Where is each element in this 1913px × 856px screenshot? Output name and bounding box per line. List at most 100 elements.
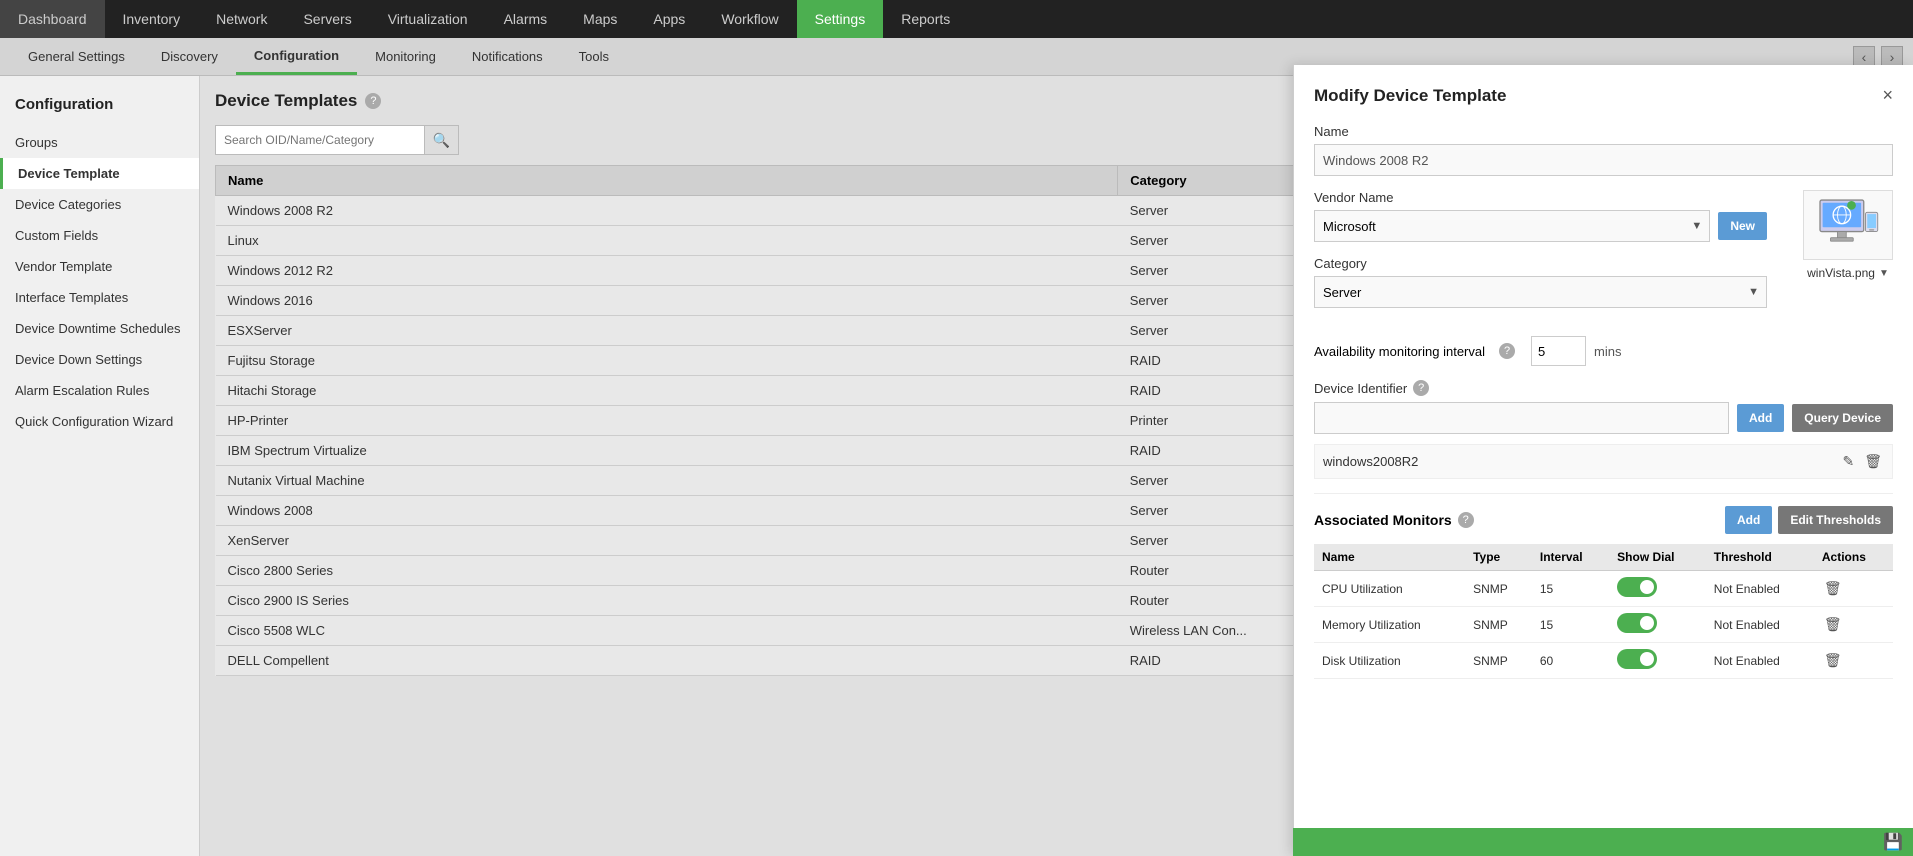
category-field-row: Category Server ▼	[1314, 256, 1767, 308]
sidebar-item-device-down[interactable]: Device Down Settings	[0, 344, 199, 375]
device-identifier-input-row: Add Query Device	[1314, 402, 1893, 434]
sidebar-item-quick-config[interactable]: Quick Configuration Wizard	[0, 406, 199, 437]
table-cell-name: Hitachi Storage	[216, 376, 1118, 406]
table-cell-name: Windows 2016	[216, 286, 1118, 316]
sidebar: Configuration Groups Device Template Dev…	[0, 76, 200, 856]
nav-reports[interactable]: Reports	[883, 0, 968, 38]
vendor-row: Microsoft ▼ New	[1314, 210, 1767, 242]
device-identifier-edit-button[interactable]: ✎	[1840, 451, 1856, 472]
vendor-new-button[interactable]: New	[1718, 212, 1767, 240]
modify-device-template-modal: Modify Device Template × Name Vendor Nam…	[1293, 65, 1913, 856]
associated-monitors-header: Associated Monitors ? Add Edit Threshold…	[1314, 506, 1893, 534]
sidebar-item-interface-templates[interactable]: Interface Templates	[0, 282, 199, 313]
search-button[interactable]: 🔍	[425, 125, 459, 155]
monitor-showdial	[1609, 607, 1706, 643]
modal-close-button[interactable]: ×	[1882, 85, 1893, 106]
nav-servers[interactable]: Servers	[285, 0, 369, 38]
monitor-interval: 15	[1532, 607, 1609, 643]
sidebar-item-groups[interactable]: Groups	[0, 127, 199, 158]
monitor-interval: 60	[1532, 643, 1609, 679]
nav-apps[interactable]: Apps	[635, 0, 703, 38]
monitors-col-showdial: Show Dial	[1609, 544, 1706, 571]
subnav-monitoring[interactable]: Monitoring	[357, 38, 454, 75]
table-cell-name: IBM Spectrum Virtualize	[216, 436, 1118, 466]
device-identifier-item: windows2008R2 ✎ 🗑	[1314, 444, 1893, 479]
availability-help-icon[interactable]: ?	[1499, 343, 1515, 359]
page-title: Device Templates	[215, 91, 357, 111]
monitor-delete-button[interactable]: 🗑	[1822, 578, 1844, 599]
sidebar-item-custom-fields[interactable]: Custom Fields	[0, 220, 199, 251]
table-cell-name: Linux	[216, 226, 1118, 256]
monitor-type: SNMP	[1465, 607, 1532, 643]
modal-header: Modify Device Template ×	[1314, 85, 1893, 106]
category-select[interactable]: Server	[1314, 276, 1767, 308]
subnav-configuration[interactable]: Configuration	[236, 38, 357, 75]
sidebar-item-device-downtime[interactable]: Device Downtime Schedules	[0, 313, 199, 344]
nav-inventory[interactable]: Inventory	[105, 0, 199, 38]
monitor-toggle[interactable]	[1617, 613, 1657, 633]
monitor-type: SNMP	[1465, 643, 1532, 679]
monitor-name: CPU Utilization	[1314, 571, 1465, 607]
device-identifier-input[interactable]	[1314, 402, 1729, 434]
availability-interval-input[interactable]	[1531, 336, 1586, 366]
monitors-col-name: Name	[1314, 544, 1465, 571]
device-identifier-label: Device Identifier	[1314, 381, 1407, 396]
monitor-toggle[interactable]	[1617, 649, 1657, 669]
monitor-showdial	[1609, 643, 1706, 679]
associated-monitors-add-button[interactable]: Add	[1725, 506, 1772, 534]
monitor-threshold: Not Enabled	[1706, 607, 1814, 643]
category-label: Category	[1314, 256, 1767, 271]
nav-dashboard[interactable]: Dashboard	[0, 0, 105, 38]
table-cell-name: Fujitsu Storage	[216, 346, 1118, 376]
table-cell-name: Cisco 5508 WLC	[216, 616, 1118, 646]
nav-workflow[interactable]: Workflow	[703, 0, 796, 38]
table-cell-name: DELL Compellent	[216, 646, 1118, 676]
bottom-bar: 💾	[1293, 828, 1913, 856]
monitor-actions: 🗑	[1814, 571, 1893, 607]
nav-settings[interactable]: Settings	[797, 0, 884, 38]
device-identifier-help-icon[interactable]: ?	[1413, 380, 1429, 396]
vendor-name-select[interactable]: Microsoft	[1314, 210, 1710, 242]
nav-alarms[interactable]: Alarms	[486, 0, 566, 38]
nav-maps[interactable]: Maps	[565, 0, 635, 38]
image-dropdown-arrow-icon[interactable]: ▼	[1879, 268, 1889, 279]
sidebar-item-alarm-escalation[interactable]: Alarm Escalation Rules	[0, 375, 199, 406]
sidebar-item-device-categories[interactable]: Device Categories	[0, 189, 199, 220]
edit-thresholds-button[interactable]: Edit Thresholds	[1778, 506, 1893, 534]
search-input[interactable]	[215, 125, 425, 155]
image-preview-area: winVista.png ▼	[1803, 190, 1893, 280]
nav-network[interactable]: Network	[198, 0, 285, 38]
table-cell-name: HP-Printer	[216, 406, 1118, 436]
subnav-tools[interactable]: Tools	[561, 38, 627, 75]
sidebar-item-device-template[interactable]: Device Template	[0, 158, 199, 189]
subnav-discovery[interactable]: Discovery	[143, 38, 236, 75]
subnav-notifications[interactable]: Notifications	[454, 38, 561, 75]
nav-virtualization[interactable]: Virtualization	[370, 0, 486, 38]
image-name-text: winVista.png	[1807, 266, 1875, 280]
name-label: Name	[1314, 124, 1893, 139]
monitor-name: Disk Utilization	[1314, 643, 1465, 679]
bottom-bar-save-icon[interactable]: 💾	[1883, 832, 1903, 852]
table-cell-name: Windows 2008	[216, 496, 1118, 526]
query-device-button[interactable]: Query Device	[1792, 404, 1893, 432]
monitor-name: Memory Utilization	[1314, 607, 1465, 643]
table-cell-name: Windows 2012 R2	[216, 256, 1118, 286]
table-cell-name: Nutanix Virtual Machine	[216, 466, 1118, 496]
device-identifier-delete-button[interactable]: 🗑	[1862, 451, 1884, 472]
name-input[interactable]	[1314, 144, 1893, 176]
table-cell-name: Cisco 2900 IS Series	[216, 586, 1118, 616]
vendor-name-field-row: Vendor Name Microsoft ▼ New	[1314, 190, 1767, 242]
monitor-threshold: Not Enabled	[1706, 643, 1814, 679]
monitor-toggle[interactable]	[1617, 577, 1657, 597]
title-help-icon[interactable]: ?	[365, 93, 381, 109]
monitors-table: Name Type Interval Show Dial Threshold A…	[1314, 544, 1893, 679]
device-identifier-actions: ✎ 🗑	[1840, 451, 1884, 472]
monitor-delete-button[interactable]: 🗑	[1822, 614, 1844, 635]
monitor-delete-button[interactable]: 🗑	[1822, 650, 1844, 671]
sidebar-item-vendor-template[interactable]: Vendor Template	[0, 251, 199, 282]
monitor-actions: 🗑	[1814, 607, 1893, 643]
subnav-general-settings[interactable]: General Settings	[10, 38, 143, 75]
monitors-col-type: Type	[1465, 544, 1532, 571]
associated-monitors-help-icon[interactable]: ?	[1458, 512, 1474, 528]
device-identifier-add-button[interactable]: Add	[1737, 404, 1784, 432]
